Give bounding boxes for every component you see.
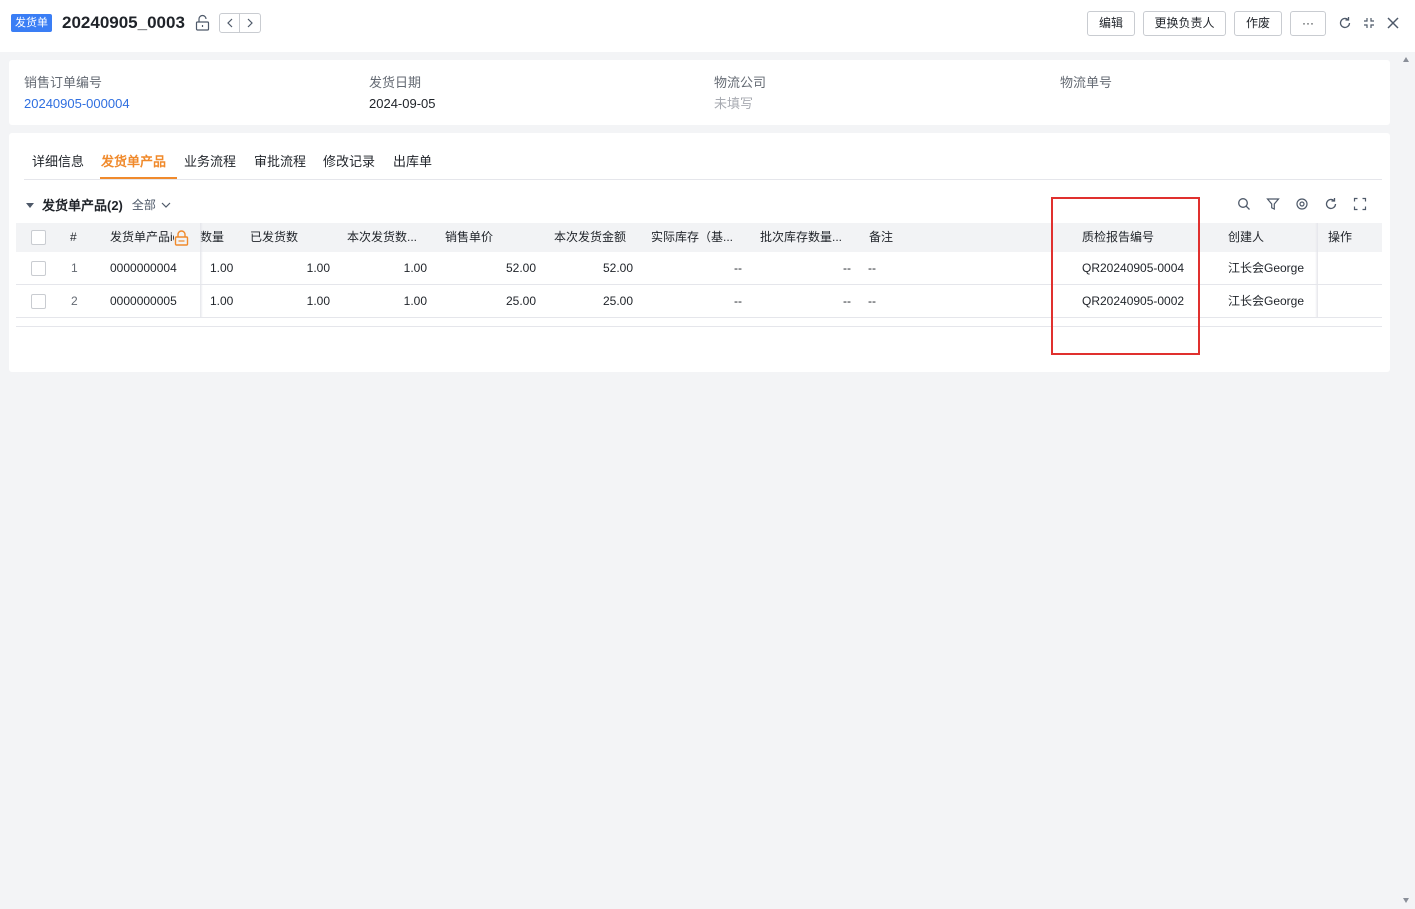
detail-header: 发货单 20240905_0003 编辑 更换负责人 作废 ···	[0, 0, 1415, 52]
summary-card: 销售订单编号 20240905-000004 发货日期 2024-09-05 物…	[9, 60, 1390, 125]
cell-actual-stock: --	[734, 261, 742, 275]
column-header-quantity[interactable]: 数量	[200, 223, 224, 252]
cell-batch-stock: --	[843, 261, 851, 275]
cell-unit-price: 52.00	[505, 261, 536, 275]
cell-unit-price: 25.00	[505, 294, 536, 308]
chevron-left-icon	[226, 18, 232, 28]
fixed-column-shadow	[1315, 223, 1318, 318]
page-title: 20240905_0003	[62, 13, 185, 32]
scroll-down-arrow-icon[interactable]	[1403, 898, 1409, 903]
product-id-link[interactable]: 0000000004	[110, 252, 177, 285]
field-label: 物流公司	[714, 75, 767, 90]
tab-approval-flow[interactable]: 审批流程	[254, 153, 306, 170]
column-header-index: #	[70, 230, 77, 244]
section-header[interactable]: 发货单产品(2) 全部	[26, 197, 171, 214]
column-header-this-shipment[interactable]: 本次发货数...	[347, 223, 429, 252]
field-label: 发货日期	[369, 75, 422, 90]
edit-button[interactable]: 编辑	[1087, 11, 1135, 36]
column-header-notes[interactable]: 备注	[869, 223, 893, 252]
fixed-column-shadow	[200, 223, 203, 318]
column-header-batch-stock[interactable]: 批次库存数量...	[760, 223, 846, 252]
cell-shipped: 1.00	[306, 261, 330, 275]
column-header-unit-price[interactable]: 销售单价	[445, 223, 493, 252]
sales-order-field: 销售订单编号 20240905-000004	[24, 74, 130, 112]
filter-dropdown[interactable]: 全部	[132, 197, 156, 214]
fullscreen-icon[interactable]	[1352, 196, 1368, 212]
cell-creator: 江长会George	[1228, 261, 1305, 275]
refresh-icon[interactable]	[1323, 196, 1339, 212]
logistics-company-field: 物流公司 未填写	[714, 74, 766, 112]
tab-change-log[interactable]: 修改记录	[323, 153, 375, 170]
row-checkbox[interactable]	[31, 294, 46, 309]
cell-batch-stock: --	[843, 294, 851, 308]
column-header-shipped[interactable]: 已发货数	[250, 223, 298, 252]
collapse-icon[interactable]	[1361, 14, 1377, 32]
column-header-actual-stock[interactable]: 实际库存（基...	[651, 223, 739, 252]
cell-amount: 25.00	[602, 294, 633, 308]
field-value: 未填写	[714, 96, 754, 111]
column-header-product-id[interactable]: 发货单产品id	[110, 223, 174, 252]
section-title: 发货单产品(2)	[42, 198, 123, 213]
doc-type-badge: 发货单	[11, 14, 52, 32]
cell-creator: 江长会George	[1228, 294, 1305, 308]
cell-notes: --	[868, 294, 876, 308]
chevron-down-icon[interactable]	[161, 202, 171, 209]
tracking-number-field: 物流单号	[1060, 74, 1112, 95]
column-header-creator[interactable]: 创建人	[1228, 223, 1264, 252]
column-header-amount[interactable]: 本次发货金额	[554, 223, 626, 252]
active-tab-indicator	[100, 177, 177, 179]
search-icon[interactable]	[1236, 196, 1252, 212]
tab-details[interactable]: 详细信息	[32, 153, 84, 170]
row-checkbox[interactable]	[31, 261, 46, 276]
cell-quantity: 1.00	[210, 261, 234, 275]
unlock-icon[interactable]	[195, 14, 210, 32]
tab-bar: 详细信息 发货单产品 业务流程 审批流程 修改记录 出库单	[9, 133, 1390, 180]
lock-icon	[174, 230, 189, 246]
column-header-actions: 操作	[1328, 230, 1353, 244]
field-value: 2024-09-05	[369, 96, 436, 111]
settings-icon[interactable]	[1294, 196, 1310, 212]
refresh-icon[interactable]	[1337, 14, 1353, 32]
change-owner-button[interactable]: 更换负责人	[1143, 11, 1226, 36]
cell-shipped: 1.00	[306, 294, 330, 308]
tab-products[interactable]: 发货单产品	[101, 153, 166, 170]
prev-record-button[interactable]	[219, 13, 240, 33]
qc-report-column-highlight	[1051, 197, 1200, 355]
cell-actual-stock: --	[734, 294, 742, 308]
cell-amount: 52.00	[602, 261, 633, 275]
filter-icon[interactable]	[1265, 196, 1281, 212]
cell-quantity: 1.00	[210, 294, 234, 308]
cell-this-shipment: 1.00	[403, 294, 427, 308]
caret-down-icon	[26, 203, 34, 208]
tab-divider	[24, 179, 1382, 180]
tab-outbound[interactable]: 出库单	[393, 153, 432, 170]
ship-date-field: 发货日期 2024-09-05	[369, 74, 436, 112]
field-label: 销售订单编号	[24, 75, 103, 90]
row-index: 2	[71, 294, 78, 308]
next-record-button[interactable]	[240, 13, 261, 33]
scroll-up-arrow-icon[interactable]	[1403, 57, 1409, 62]
product-id-link[interactable]: 0000000005	[110, 285, 177, 318]
void-button[interactable]: 作废	[1234, 11, 1282, 36]
tab-business-flow[interactable]: 业务流程	[184, 153, 236, 170]
row-index: 1	[71, 261, 78, 275]
sales-order-link[interactable]: 20240905-000004	[24, 95, 130, 112]
cell-notes: --	[868, 261, 876, 275]
more-button[interactable]: ···	[1290, 11, 1326, 36]
close-icon[interactable]	[1385, 14, 1401, 32]
field-label: 物流单号	[1060, 75, 1113, 90]
cell-this-shipment: 1.00	[403, 261, 427, 275]
chevron-right-icon	[247, 18, 253, 28]
select-all-checkbox[interactable]	[31, 230, 46, 245]
